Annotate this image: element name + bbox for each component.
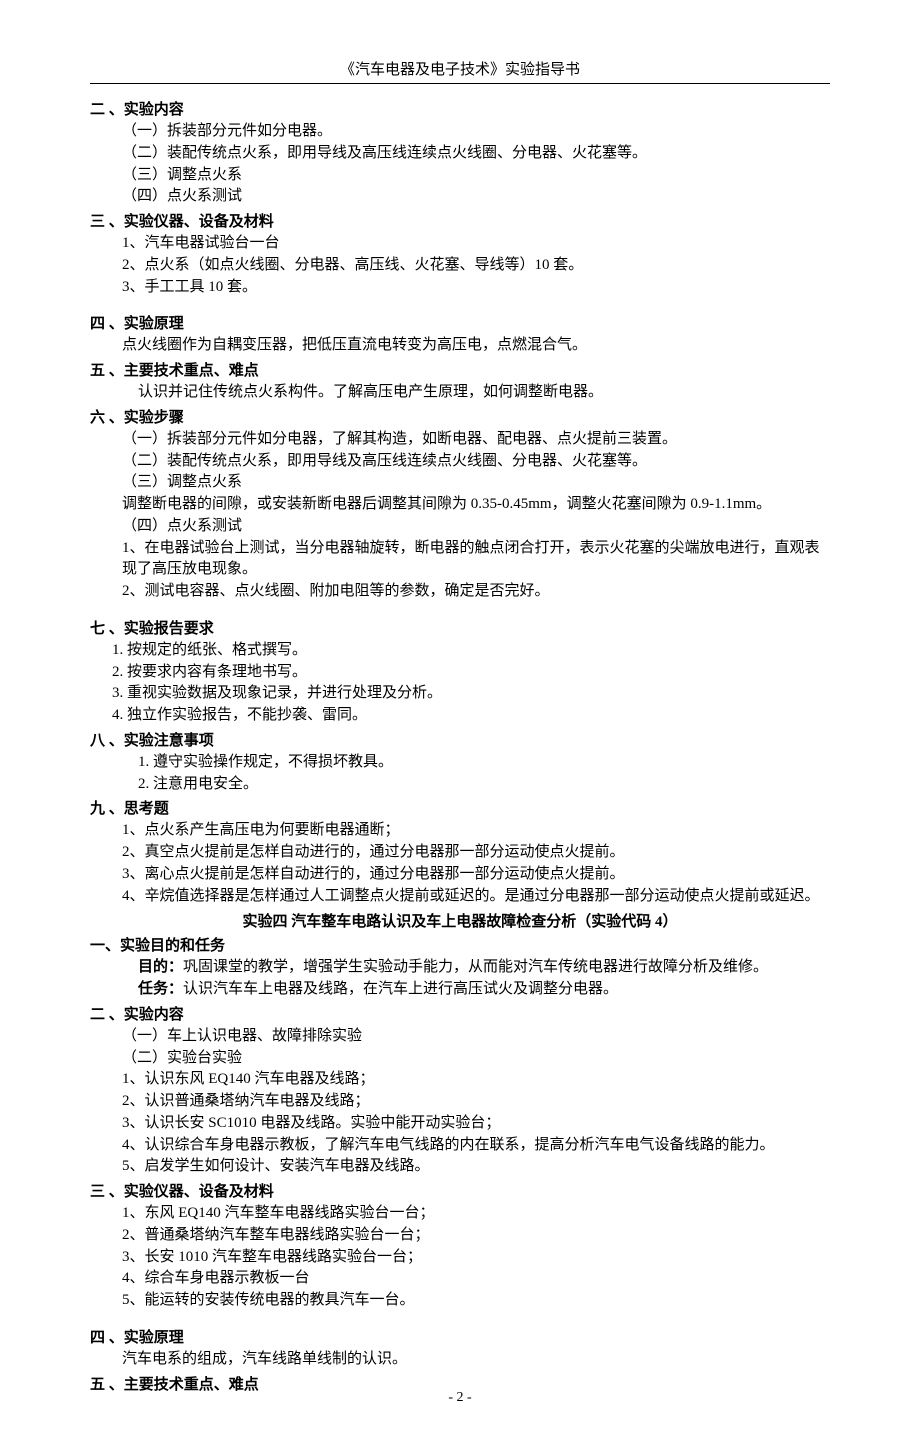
section-8-item: 2. 注意用电安全。	[90, 774, 830, 796]
page-number: - 2 -	[0, 1390, 920, 1406]
section-6-item: 调整断电器的间隙，或安装新断电器后调整其间隙为 0.35-0.45mm，调整火花…	[90, 494, 830, 516]
section-5-title: 五 、主要技术重点、难点	[90, 359, 830, 380]
exp4-s2-item: 4、认识综合车身电器示教板，了解汽车电气线路的内在联系，提高分析汽车电气设备线路…	[90, 1135, 830, 1157]
section-9-item: 2、真空点火提前是怎样自动进行的，通过分电器那一部分运动使点火提前。	[90, 842, 830, 864]
section-8-title: 八 、实验注意事项	[90, 729, 830, 750]
section-8-item: 1. 遵守实验操作规定，不得损坏教具。	[90, 752, 830, 774]
section-9-item: 1、点火系产生高压电为何要断电器通断；	[90, 820, 830, 842]
exp4-task: 任务：认识汽车车上电器及线路，在汽车上进行高压试火及调整分电器。	[90, 979, 830, 1001]
section-4-text: 点火线圈作为自耦变压器，把低压直流电转变为高压电，点燃混合气。	[90, 335, 830, 357]
section-3-title: 三 、实验仪器、设备及材料	[90, 210, 830, 231]
section-2-item: （三）调整点火系	[90, 165, 830, 187]
section-3-item: 2、点火系（如点火线圈、分电器、高压线、火花塞、导线等）10 套。	[90, 255, 830, 277]
exp4-s2-item: 1、认识东风 EQ140 汽车电器及线路；	[90, 1069, 830, 1091]
section-7-item: 4. 独立作实验报告，不能抄袭、雷同。	[90, 705, 830, 727]
section-3-item: 1、汽车电器试验台一台	[90, 233, 830, 255]
exp4-s2-item: （一）车上认识电器、故障排除实验	[90, 1026, 830, 1048]
exp4-s3-item: 3、长安 1010 汽车整车电器线路实验台一台；	[90, 1247, 830, 1269]
section-7-item: 1. 按规定的纸张、格式撰写。	[90, 640, 830, 662]
task-text: 认识汽车车上电器及线路，在汽车上进行高压试火及调整分电器。	[183, 981, 618, 997]
exp4-s3-item: 2、普通桑塔纳汽车整车电器线路实验台一台；	[90, 1225, 830, 1247]
exp4-s4-text: 汽车电系的组成，汽车线路单线制的认识。	[90, 1349, 830, 1371]
section-2-item: （二）装配传统点火系，即用导线及高压线连续点火线圈、分电器、火花塞等。	[90, 143, 830, 165]
exp4-s2-item: （二）实验台实验	[90, 1048, 830, 1070]
goal-text: 巩固课堂的教学，增强学生实验动手能力，从而能对汽车传统电器进行故障分析及维修。	[183, 959, 768, 975]
exp4-section-2-title: 二 、实验内容	[90, 1003, 830, 1024]
exp4-s2-item: 5、启发学生如何设计、安装汽车电器及线路。	[90, 1156, 830, 1178]
exp4-s3-item: 1、东风 EQ140 汽车整车电器线路实验台一台；	[90, 1203, 830, 1225]
section-4-title: 四 、实验原理	[90, 312, 830, 333]
goal-label: 目的：	[138, 959, 183, 975]
exp4-s3-item: 5、能运转的安装传统电器的教具汽车一台。	[90, 1290, 830, 1312]
exp4-section-4-title: 四 、实验原理	[90, 1326, 830, 1347]
document-page: 《汽车电器及电子技术》实验指导书 二 、实验内容 （一）拆装部分元件如分电器。 …	[0, 0, 920, 1436]
section-9-item: 3、离心点火提前是怎样自动进行的，通过分电器那一部分运动使点火提前。	[90, 864, 830, 886]
page-header-title: 《汽车电器及电子技术》实验指导书	[90, 58, 830, 84]
section-9-title: 九 、思考题	[90, 797, 830, 818]
exp4-s2-item: 3、认识长安 SC1010 电器及线路。实验中能开动实验台；	[90, 1113, 830, 1135]
exp4-section-3-title: 三 、实验仪器、设备及材料	[90, 1180, 830, 1201]
section-3-item: 3、手工工具 10 套。	[90, 277, 830, 299]
exp4-section-1-title: 一、实验目的和任务	[90, 934, 830, 955]
section-7-title: 七 、实验报告要求	[90, 617, 830, 638]
experiment-4-title: 实验四 汽车整车电路认识及车上电器故障检查分析（实验代码 4）	[90, 910, 830, 931]
section-6-para1: 1、在电器试验台上测试，当分电器轴旋转，断电器的触点闭合打开，表示火花塞的尖端放…	[90, 538, 830, 582]
section-6-item: （四）点火系测试	[90, 516, 830, 538]
section-6-para2: 2、测试电容器、点火线圈、附加电阻等的参数，确定是否完好。	[90, 581, 830, 603]
section-5-text: 认识并记住传统点火系构件。了解高压电产生原理，如何调整断电器。	[90, 382, 830, 404]
section-6-title: 六 、实验步骤	[90, 406, 830, 427]
section-2-item: （一）拆装部分元件如分电器。	[90, 121, 830, 143]
section-9-item: 4、辛烷值选择器是怎样通过人工调整点火提前或延迟的。是通过分电器那一部分运动使点…	[90, 886, 830, 908]
task-label: 任务：	[138, 981, 183, 997]
section-2-item: （四）点火系测试	[90, 186, 830, 208]
section-6-item: （一）拆装部分元件如分电器，了解其构造，如断电器、配电器、点火提前三装置。	[90, 429, 830, 451]
section-6-item: （二）装配传统点火系，即用导线及高压线连续点火线圈、分电器、火花塞等。	[90, 451, 830, 473]
exp4-s3-item: 4、综合车身电器示教板一台	[90, 1268, 830, 1290]
exp4-goal: 目的：巩固课堂的教学，增强学生实验动手能力，从而能对汽车传统电器进行故障分析及维…	[90, 957, 830, 979]
section-7-item: 2. 按要求内容有条理地书写。	[90, 662, 830, 684]
section-6-item: （三）调整点火系	[90, 472, 830, 494]
section-2-title: 二 、实验内容	[90, 98, 830, 119]
exp4-s2-item: 2、认识普通桑塔纳汽车电器及线路；	[90, 1091, 830, 1113]
section-7-item: 3. 重视实验数据及现象记录，并进行处理及分析。	[90, 683, 830, 705]
